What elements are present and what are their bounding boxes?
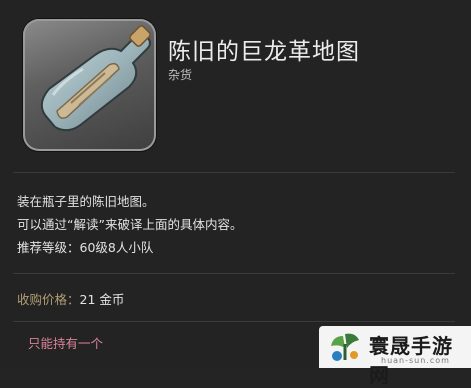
item-category: 杂货 [168,68,193,82]
description-line: 装在瓶子里的陈旧地图。 [17,194,155,209]
divider [13,273,455,274]
recommended-level: 推荐等级：60级8人小队 [17,240,154,255]
watermark-url: huan-sun.com [381,356,450,365]
item-name: 陈旧的巨龙革地图 [168,39,360,65]
description-line: 可以通过“解读”来破译上面的具体内容。 [17,217,243,232]
item-tooltip-panel: 陈旧的巨龙革地图 杂货 装在瓶子里的陈旧地图。 可以通过“解读”来破译上面的具体… [0,0,471,387]
sell-price-label: 收购价格： [17,292,80,307]
unique-note: 只能持有一个 [28,336,104,351]
watermark-logo-icon [331,333,359,361]
bottle-map-icon [23,19,156,151]
sell-price-value: 21 金币 [79,292,125,307]
watermark: 寰晟手游网 huan-sun.com [319,326,471,387]
sell-price: 收购价格：21 金币 [17,289,124,308]
divider [13,172,455,173]
divider [13,321,455,322]
